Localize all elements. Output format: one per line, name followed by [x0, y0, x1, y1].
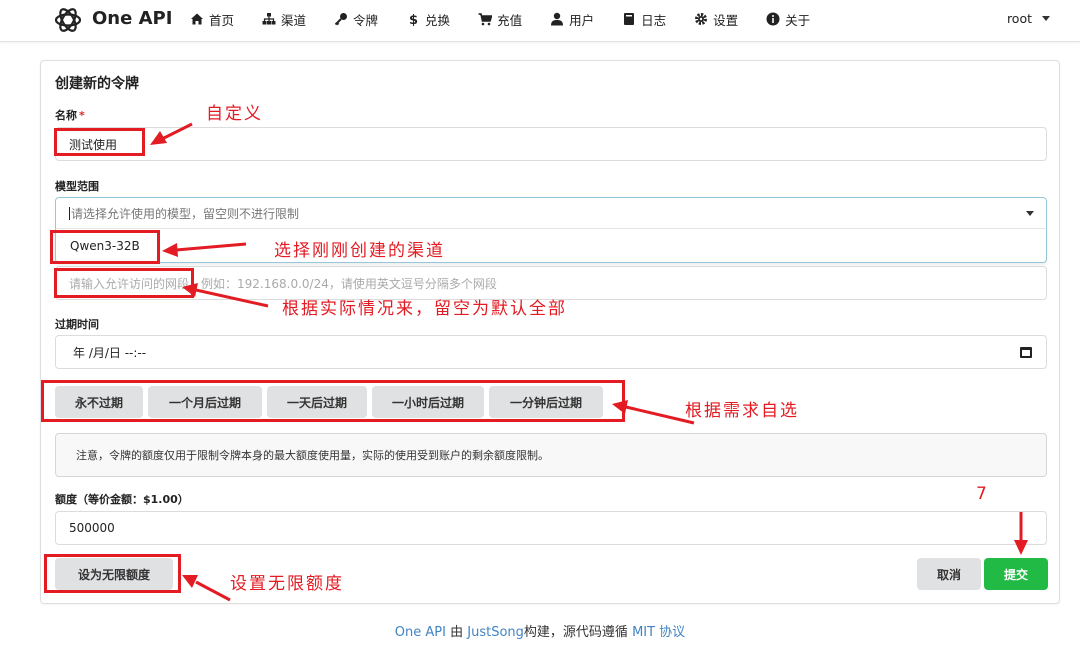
gear-icon — [695, 13, 708, 25]
menu-item-tokens[interactable]: 令牌 — [334, 10, 378, 28]
menu-item-label: 设置 — [713, 12, 739, 28]
user-icon — [551, 12, 564, 26]
annotation-name: 自定义 — [206, 104, 263, 124]
footer-license-link[interactable]: MIT 协议 — [632, 625, 685, 640]
annotation-models: 选择刚刚创建的渠道 — [274, 241, 445, 261]
footer-brand-link[interactable]: One API — [395, 625, 446, 640]
annotation-box-model — [50, 230, 160, 264]
quota-input[interactable]: 500000 — [55, 511, 1047, 545]
menu-item-topup[interactable]: 充值 — [478, 10, 522, 28]
user-name: root — [1006, 11, 1032, 26]
menu-item-label: 首页 — [209, 12, 235, 28]
menu-item-label: 日志 — [641, 12, 667, 28]
name-label: 名称 * — [55, 107, 85, 123]
top-navbar: One API 首页 渠道 令牌 $ 兑换 充值 用户 日志 设置 关于 roo… — [0, 0, 1080, 42]
svg-text:$: $ — [409, 13, 418, 26]
cancel-button[interactable]: 取消 — [917, 558, 981, 590]
models-dropdown-menu: Qwen3-32B — [55, 228, 1047, 263]
calendar-icon[interactable] — [1020, 347, 1032, 358]
menu-item-settings[interactable]: 设置 — [694, 10, 738, 28]
chevron-down-icon[interactable] — [1026, 211, 1034, 216]
annotation-box-unlimited — [44, 554, 181, 593]
annotation-unlimited: 设置无限额度 — [230, 574, 344, 594]
menu-item-channels[interactable]: 渠道 — [262, 10, 306, 28]
expire-value: 年 /月/日 --:-- — [73, 345, 147, 360]
models-dropdown[interactable]: 请选择允许使用的模型，留空则不进行限制 — [55, 197, 1047, 229]
quota-label: 额度（等价金额：$1.00） — [55, 493, 189, 506]
menu-item-label: 渠道 — [281, 12, 307, 28]
required-mark: * — [79, 109, 85, 122]
annotation-box-subnet — [54, 268, 194, 298]
name-field[interactable]: 测试使用 — [55, 127, 1047, 161]
home-icon — [191, 13, 203, 25]
expire-label: 过期时间 — [55, 318, 99, 331]
cart-icon — [478, 13, 493, 26]
footer-author-link[interactable]: JustSong — [467, 625, 524, 640]
menu-item-label: 关于 — [785, 12, 811, 28]
annotation-step-number: 7 — [976, 484, 989, 504]
annotation-expire: 根据需求自选 — [685, 401, 799, 421]
sitemap-icon — [262, 13, 276, 25]
annotation-box-name — [54, 128, 145, 156]
models-placeholder: 请选择允许使用的模型，留空则不进行限制 — [71, 206, 300, 221]
menu-item-label: 用户 — [569, 12, 595, 28]
chevron-down-icon — [1042, 16, 1050, 21]
book-icon — [624, 13, 635, 25]
info-icon — [766, 12, 780, 26]
menu-item-redeem[interactable]: $ 兑换 — [406, 10, 450, 28]
models-label: 模型范围 — [55, 180, 99, 193]
menu-item-label: 兑换 — [425, 12, 451, 28]
annotation-subnet: 根据实际情况来，留空为默认全部 — [282, 299, 567, 319]
footer-text-by: 由 — [450, 625, 464, 640]
quota-value: 500000 — [69, 521, 115, 535]
submit-button[interactable]: 提交 — [984, 558, 1048, 590]
expire-datetime-input[interactable]: 年 /月/日 --:-- — [55, 335, 1047, 369]
menu-item-logs[interactable]: 日志 — [622, 10, 666, 28]
key-icon — [334, 13, 348, 26]
create-token-card: 创建新的令牌 名称 * 测试使用 模型范围 请选择允许使用的模型，留空则不进行限制… — [40, 60, 1060, 604]
annotation-box-expire — [41, 380, 625, 422]
menu-item-home[interactable]: 首页 — [190, 10, 234, 28]
menu-item-label: 令牌 — [353, 12, 379, 28]
menu-item-label: 充值 — [497, 12, 523, 28]
user-menu[interactable]: root — [1007, 11, 1050, 26]
dollar-icon: $ — [409, 13, 418, 26]
name-label-text: 名称 — [55, 109, 77, 122]
text-cursor — [69, 206, 70, 220]
quota-notice: 注意，令牌的额度仅用于限制令牌本身的最大额度使用量，实际的使用受到账户的剩余额度… — [55, 433, 1047, 477]
page-footer: One API 由 JustSong构建，源代码遵循 MIT 协议 — [0, 621, 1080, 640]
main-menu: 首页 渠道 令牌 $ 兑换 充值 用户 日志 设置 关于 — [190, 10, 838, 28]
menu-item-about[interactable]: 关于 — [766, 10, 810, 28]
openai-logo-icon[interactable] — [52, 4, 84, 36]
brand-title[interactable]: One API — [92, 8, 172, 29]
menu-item-users[interactable]: 用户 — [550, 10, 594, 28]
footer-text-mid: 构建，源代码遵循 — [523, 625, 628, 640]
page-title: 创建新的令牌 — [55, 76, 139, 92]
